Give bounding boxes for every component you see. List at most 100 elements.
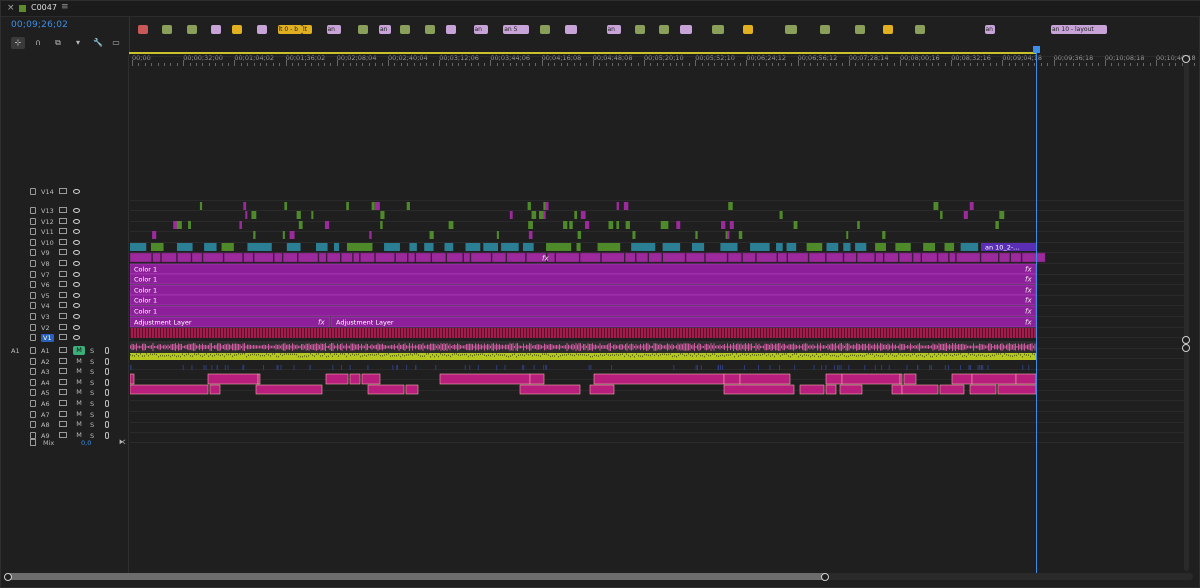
waveform-bar[interactable] xyxy=(862,343,863,351)
track-header-a5[interactable]: A5 M S xyxy=(1,388,129,399)
clip[interactable] xyxy=(616,202,620,210)
waveform-bar[interactable] xyxy=(1033,345,1034,349)
waveform-bar[interactable] xyxy=(325,343,326,351)
waveform-bar[interactable] xyxy=(598,345,599,349)
waveform-bar[interactable] xyxy=(584,354,585,356)
waveform-bar[interactable] xyxy=(545,344,547,350)
waveform-bar[interactable] xyxy=(346,355,347,358)
waveform-bar[interactable] xyxy=(338,345,340,349)
waveform-bar[interactable] xyxy=(469,343,470,351)
audio-clip-a5[interactable] xyxy=(901,384,939,395)
clip-edge[interactable] xyxy=(310,328,311,338)
waveform-bar[interactable] xyxy=(474,354,475,356)
clip-v8[interactable] xyxy=(243,252,254,263)
waveform-bar[interactable] xyxy=(1021,343,1022,351)
clip-edge[interactable] xyxy=(172,328,173,338)
waveform-bar[interactable] xyxy=(238,353,239,355)
waveform-bar[interactable] xyxy=(944,354,945,357)
audio-clip-a3[interactable] xyxy=(211,365,213,370)
clip-edge[interactable] xyxy=(574,328,575,338)
clip-v8[interactable] xyxy=(1021,252,1046,263)
clip-edge[interactable] xyxy=(901,328,902,338)
waveform-bar[interactable] xyxy=(182,345,184,349)
clip-edge[interactable] xyxy=(442,328,443,338)
clip-edge[interactable] xyxy=(382,328,383,338)
waveform-bar[interactable] xyxy=(932,343,934,351)
waveform-bar[interactable] xyxy=(256,354,257,356)
clip-v9[interactable] xyxy=(855,243,867,251)
waveform-bar[interactable] xyxy=(608,354,609,356)
waveform-bar[interactable] xyxy=(568,353,569,355)
horizontal-scrollbar[interactable] xyxy=(7,573,1193,580)
waveform-bar[interactable] xyxy=(647,343,649,351)
waveform-bar[interactable] xyxy=(614,354,615,357)
waveform-bar[interactable] xyxy=(844,345,845,349)
waveform-bar[interactable] xyxy=(251,345,253,349)
waveform-bar[interactable] xyxy=(497,344,499,350)
clip-edge[interactable] xyxy=(829,328,830,338)
waveform-bar[interactable] xyxy=(737,343,739,351)
clip-edge[interactable] xyxy=(334,328,335,338)
waveform-bar[interactable] xyxy=(874,355,875,358)
audio-clip-a3[interactable] xyxy=(874,365,876,370)
waveform-bar[interactable] xyxy=(464,345,466,349)
timeline-marker[interactable] xyxy=(883,25,893,34)
waveform-bar[interactable] xyxy=(172,354,173,357)
waveform-bar[interactable] xyxy=(556,344,557,350)
waveform-bar[interactable] xyxy=(848,355,849,358)
audio-clip-a4[interactable] xyxy=(593,373,725,385)
waveform-bar[interactable] xyxy=(472,355,473,357)
waveform-bar[interactable] xyxy=(230,353,231,355)
waveform-bar[interactable] xyxy=(223,344,224,350)
waveform-bar[interactable] xyxy=(1030,355,1031,358)
clip-edge[interactable] xyxy=(343,328,344,338)
clip-edge[interactable] xyxy=(328,328,329,338)
clip-edge[interactable] xyxy=(466,328,467,338)
waveform-bar[interactable] xyxy=(410,345,412,349)
clip-edge[interactable] xyxy=(421,328,422,338)
clip-edge[interactable] xyxy=(1012,328,1013,338)
waveform-bar[interactable] xyxy=(942,353,943,355)
lock-icon[interactable] xyxy=(30,368,36,376)
clip-v9[interactable] xyxy=(424,243,434,251)
clip-v9[interactable] xyxy=(483,243,499,251)
clip[interactable] xyxy=(152,231,157,239)
waveform-bar[interactable] xyxy=(839,343,841,351)
clip[interactable] xyxy=(574,211,578,219)
waveform-bar[interactable] xyxy=(444,353,445,356)
waveform-bar[interactable] xyxy=(968,345,970,349)
timeline-marker[interactable] xyxy=(659,25,669,34)
audio-clip-a3[interactable] xyxy=(794,365,796,370)
waveform-bar[interactable] xyxy=(676,345,677,349)
waveform-bar[interactable] xyxy=(920,354,921,356)
clip-v9[interactable] xyxy=(944,243,955,251)
waveform-bar[interactable] xyxy=(499,344,500,350)
waveform-bar[interactable] xyxy=(590,355,591,358)
clip-edge[interactable] xyxy=(391,328,392,338)
solo-button[interactable]: S xyxy=(90,400,94,408)
waveform-bar[interactable] xyxy=(353,343,355,351)
waveform-bar[interactable] xyxy=(238,343,239,351)
waveform-bar[interactable] xyxy=(946,343,947,351)
sync-lock-icon[interactable] xyxy=(59,378,67,385)
waveform-bar[interactable] xyxy=(770,355,771,357)
waveform-bar[interactable] xyxy=(502,344,503,350)
clip-v8[interactable] xyxy=(1010,252,1022,263)
waveform-bar[interactable] xyxy=(1006,354,1007,356)
sync-lock-icon[interactable] xyxy=(59,281,67,287)
waveform-bar[interactable] xyxy=(248,344,250,350)
clip-edge[interactable] xyxy=(994,328,995,338)
waveform-bar[interactable] xyxy=(373,345,374,349)
waveform-bar[interactable] xyxy=(443,343,445,351)
waveform-bar[interactable] xyxy=(214,345,215,349)
waveform-bar[interactable] xyxy=(390,355,391,358)
waveform-bar[interactable] xyxy=(1015,343,1016,351)
clip-edge[interactable] xyxy=(331,328,332,338)
waveform-bar[interactable] xyxy=(1034,353,1035,356)
clip-edge[interactable] xyxy=(337,328,338,338)
track-name[interactable]: A7 xyxy=(41,411,50,419)
waveform-bar[interactable] xyxy=(683,343,685,351)
clip[interactable] xyxy=(296,211,301,219)
clip-edge[interactable] xyxy=(625,328,626,338)
waveform-bar[interactable] xyxy=(940,344,941,350)
